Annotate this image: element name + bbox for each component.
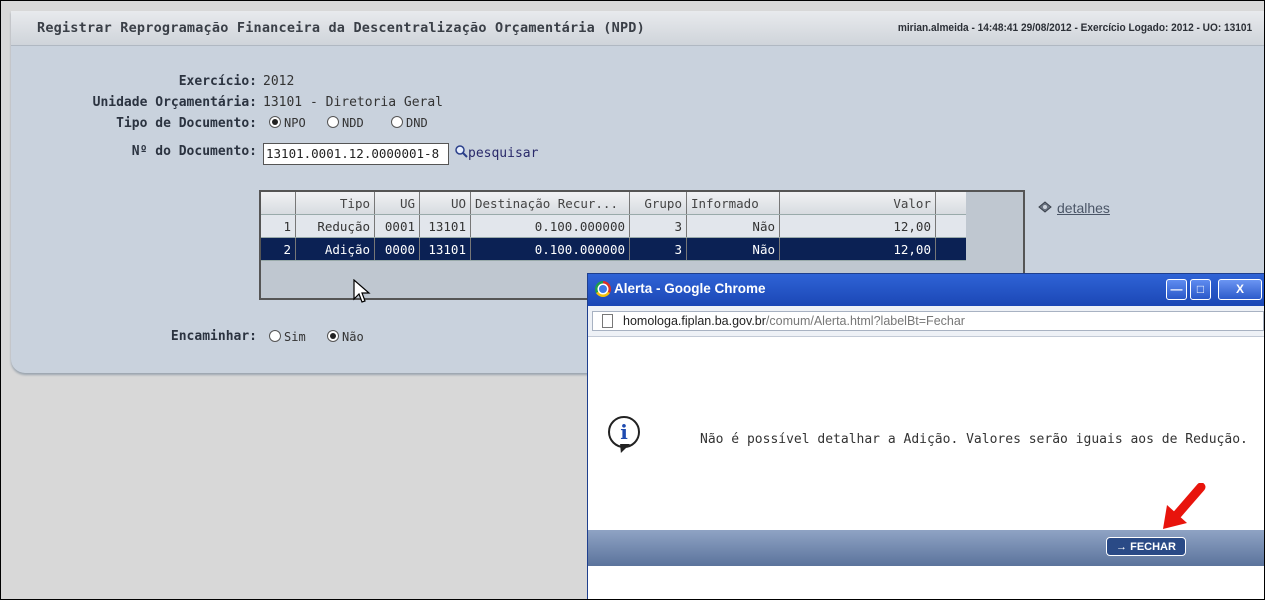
minimize-button[interactable]: — (1166, 279, 1187, 300)
url-host: homologa.fiplan.ba.gov.br (623, 314, 766, 328)
dialog-title: Alerta - Google Chrome (614, 281, 766, 296)
grid-header-spacer (935, 192, 966, 215)
address-bar: homologa.fiplan.ba.gov.br/comum/Alerta.h… (588, 306, 1264, 337)
radio-sim-label: Sim (284, 330, 306, 344)
page-icon (602, 314, 613, 328)
alert-message: Não é possível detalhar a Adição. Valore… (700, 432, 1248, 447)
grid-cell-ug: 0000 (374, 237, 420, 261)
mouse-pointer-icon (353, 279, 371, 303)
grid-cell-tipo: Redução (295, 214, 375, 238)
annotation-arrow-icon (1163, 483, 1206, 529)
grid-header-informado[interactable]: Informado (686, 192, 780, 215)
numero-documento-input[interactable]: 13101.0001.12.0000001-8 (263, 143, 449, 165)
grid-header-valor[interactable]: Valor (779, 192, 936, 215)
tipo-documento-label: Tipo de Documento: (116, 116, 257, 131)
detalhes-label: detalhes (1057, 200, 1110, 216)
encaminhar-label: Encaminhar: (170, 329, 257, 344)
grid-cell-ug: 0001 (374, 214, 420, 238)
screenshot-frame: Registrar Reprogramação Financeira da De… (0, 0, 1265, 600)
grid-header-tipo[interactable]: Tipo (295, 192, 375, 215)
radio-sim[interactable]: Sim (269, 330, 306, 344)
url-field[interactable]: homologa.fiplan.ba.gov.br/comum/Alerta.h… (592, 311, 1264, 331)
unidade-label: Unidade Orçamentária: (92, 95, 257, 110)
maximize-button[interactable]: □ (1190, 279, 1211, 300)
detalhes-link[interactable]: detalhes (1037, 200, 1110, 216)
radio-ndd-label: NDD (342, 116, 364, 130)
radio-nao-label: Não (342, 330, 364, 344)
user-session-info: mirian.almeida - 14:48:41 29/08/2012 - E… (897, 22, 1252, 34)
grid-cell-uo: 13101 (419, 214, 471, 238)
close-icon: X (1235, 282, 1244, 296)
radio-ndd-button[interactable] (327, 116, 339, 128)
unidade-value: 13101 - Diretoria Geral (263, 95, 444, 110)
alert-dialog: Alerta - Google Chrome — □ X homologa.fi… (587, 273, 1264, 599)
url-path: /comum/Alerta.html?labelBt=Fechar (765, 314, 965, 328)
grid-cell-valor: 12,00 (779, 237, 936, 261)
grid-header-grupo[interactable]: Grupo (629, 192, 687, 215)
grid-cell-valor: 12,00 (779, 214, 936, 238)
exercicio-value: 2012 (263, 74, 295, 89)
chrome-logo-icon (595, 281, 611, 297)
radio-sim-button[interactable] (269, 330, 281, 342)
panel-header: Registrar Reprogramação Financeira da De… (11, 11, 1264, 46)
dialog-footer: → FECHAR (588, 530, 1264, 566)
search-link-label: pesquisar (468, 146, 539, 161)
grid-header-ug[interactable]: UG (374, 192, 420, 215)
grid-cell-destinacao: 0.100.000000 (470, 214, 630, 238)
grid-cell-index: 1 (261, 214, 296, 238)
grid-cell-destinacao: 0.100.000000 (470, 237, 630, 261)
dialog-titlebar[interactable]: Alerta - Google Chrome — □ X (588, 274, 1264, 306)
info-icon: i (608, 416, 640, 448)
exercicio-label: Exercício: (178, 74, 257, 89)
detalhes-icon (1038, 201, 1052, 213)
grid-cell-spacer (935, 214, 966, 238)
radio-npo[interactable]: NPO (269, 116, 306, 130)
radio-npo-button[interactable] (269, 116, 281, 128)
radio-nao[interactable]: Não (327, 330, 364, 344)
table-row-selected[interactable]: 2 Adição 0000 13101 0.100.000000 3 Não 1… (261, 237, 966, 261)
url-text: homologa.fiplan.ba.gov.br/comum/Alerta.h… (623, 314, 965, 328)
grid-header-index (261, 192, 296, 215)
grid-cell-informado: Não (686, 214, 780, 238)
grid-cell-index: 2 (261, 237, 296, 261)
radio-nao-button[interactable] (327, 330, 339, 342)
radio-ndd[interactable]: NDD (327, 116, 364, 130)
close-window-button[interactable]: X (1218, 279, 1262, 300)
minimize-icon: — (1170, 282, 1183, 296)
fechar-button[interactable]: → FECHAR (1106, 537, 1186, 556)
magnifier-icon (455, 145, 468, 158)
grid-cell-informado: Não (686, 237, 780, 261)
radio-dnd-label: DND (406, 116, 428, 130)
table-row[interactable]: 1 Redução 0001 13101 0.100.000000 3 Não … (261, 214, 966, 238)
grid-cell-grupo: 3 (629, 237, 687, 261)
radio-dnd-button[interactable] (391, 116, 403, 128)
maximize-icon: □ (1196, 282, 1205, 296)
grid-header-destinacao[interactable]: Destinação Recur... (470, 192, 630, 215)
radio-npo-label: NPO (284, 116, 306, 130)
numero-documento-label: Nº do Documento: (131, 144, 257, 159)
grid-cell-spacer (935, 237, 966, 261)
search-link[interactable]: pesquisar (455, 145, 538, 161)
grid-header-uo[interactable]: UO (419, 192, 471, 215)
grid-cell-grupo: 3 (629, 214, 687, 238)
radio-dnd[interactable]: DND (391, 116, 428, 130)
page-title: Registrar Reprogramação Financeira da De… (37, 20, 645, 36)
grid-cell-uo: 13101 (419, 237, 471, 261)
grid-cell-tipo: Adição (295, 237, 375, 261)
grid-header-row: Tipo UG UO Destinação Recur... Grupo Inf… (261, 192, 966, 215)
